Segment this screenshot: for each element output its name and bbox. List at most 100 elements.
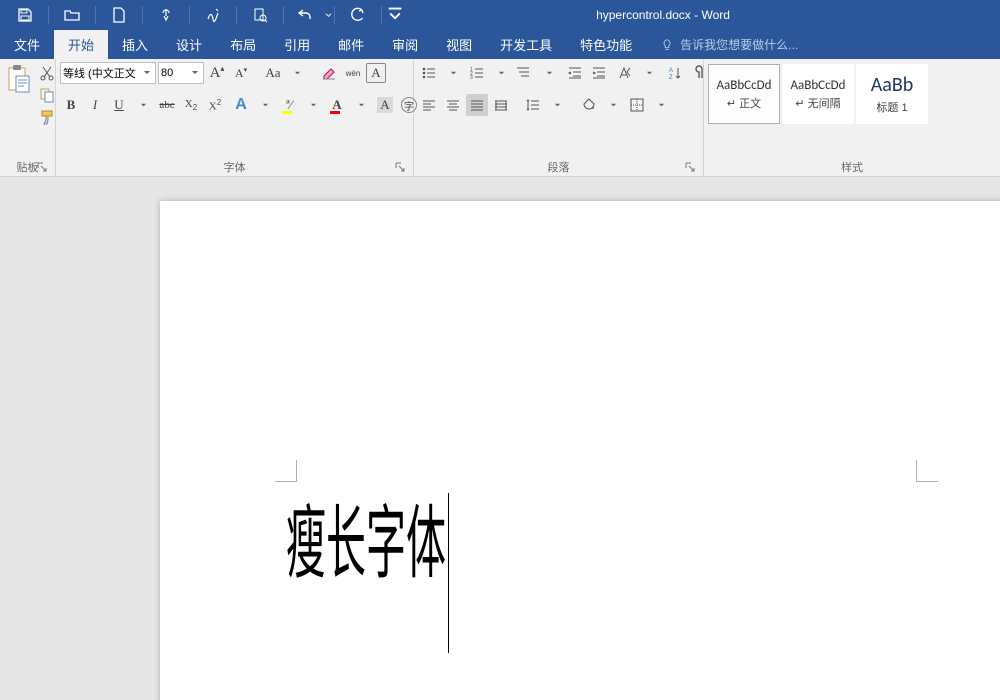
superscript-button[interactable]: X2 (204, 94, 226, 116)
style-normal[interactable]: AaBbCcDd ↵ 正文 (708, 64, 780, 124)
asian-layout-button[interactable] (614, 62, 636, 84)
tab-special[interactable]: 特色功能 (566, 30, 646, 59)
group-clipboard: 贴板 (0, 59, 56, 176)
shading-dropdown[interactable] (602, 94, 624, 116)
text-effects-button[interactable]: A (230, 94, 252, 116)
highlight-dropdown[interactable] (302, 94, 324, 116)
undo-dropdown-icon[interactable] (324, 0, 332, 30)
style-name: 标题 1 (876, 99, 907, 115)
multilevel-list-button[interactable] (514, 62, 536, 84)
qat-customize-icon[interactable] (384, 0, 406, 30)
change-case-button[interactable]: Aa (262, 62, 284, 84)
shrink-font-button[interactable]: A▾ (230, 62, 252, 84)
align-distribute-button[interactable] (490, 94, 512, 116)
align-center-button[interactable] (442, 94, 464, 116)
numbering-button[interactable]: 123 (466, 62, 488, 84)
numbering-dropdown[interactable] (490, 62, 512, 84)
tab-home[interactable]: 开始 (54, 30, 108, 59)
tell-me-search[interactable]: 告诉我您想要做什么... (646, 30, 798, 59)
style-preview: AaBb (871, 73, 914, 97)
bold-button[interactable]: B (60, 94, 82, 116)
sort-button[interactable]: AZ (664, 62, 686, 84)
align-left-button[interactable] (418, 94, 440, 116)
quick-access-toolbar (0, 0, 406, 30)
tab-view[interactable]: 视图 (432, 30, 486, 59)
clipboard-launcher-icon[interactable] (36, 162, 48, 174)
font-size-selector[interactable]: 80 (158, 62, 204, 84)
style-preview: AaBbCcDd (791, 78, 846, 93)
borders-dropdown[interactable] (650, 94, 672, 116)
document-area[interactable]: 瘦长字体 (0, 177, 1000, 700)
style-no-spacing[interactable]: AaBbCcDd ↵ 无间隔 (782, 64, 854, 124)
text-effects-dropdown[interactable] (254, 94, 276, 116)
font-color-button[interactable]: A (326, 94, 348, 116)
title-bar: hypercontrol.docx - Word (0, 0, 1000, 30)
redo-icon[interactable] (337, 0, 379, 30)
font-launcher-icon[interactable] (394, 162, 406, 174)
tab-developer[interactable]: 开发工具 (486, 30, 566, 59)
print-preview-icon[interactable] (239, 0, 281, 30)
clear-formatting-button[interactable] (318, 62, 340, 84)
style-name: ↵ 无间隔 (795, 95, 840, 111)
text-cursor (448, 493, 449, 653)
phonetic-guide-button[interactable]: wén (342, 62, 364, 84)
underline-button[interactable]: U (108, 94, 130, 116)
underline-dropdown[interactable] (132, 94, 154, 116)
margin-corner-top-right (916, 460, 938, 482)
tab-insert[interactable]: 插入 (108, 30, 162, 59)
multilevel-dropdown[interactable] (538, 62, 560, 84)
copy-icon[interactable] (38, 86, 56, 104)
svg-text:3: 3 (470, 75, 473, 81)
tab-layout[interactable]: 布局 (216, 30, 270, 59)
tab-review[interactable]: 审阅 (378, 30, 432, 59)
strikethrough-button[interactable]: abc (156, 94, 178, 116)
shading-button[interactable] (578, 94, 600, 116)
group-paragraph: 123 AZ (414, 59, 704, 176)
align-justify-button[interactable] (466, 94, 488, 116)
margin-corner-top-left (275, 460, 297, 482)
undo-icon[interactable] (286, 0, 324, 30)
chevron-down-icon (189, 69, 201, 77)
bullets-dropdown[interactable] (442, 62, 464, 84)
tell-me-placeholder: 告诉我您想要做什么... (680, 36, 798, 53)
tab-file[interactable]: 文件 (0, 30, 54, 59)
style-heading-1[interactable]: AaBb 标题 1 (856, 64, 928, 124)
font-group-label: 字体 (224, 159, 246, 175)
font-name-selector[interactable]: 等线 (中文正文 (60, 62, 156, 84)
svg-text:A: A (669, 68, 673, 74)
subscript-button[interactable]: X2 (180, 94, 202, 116)
change-case-dropdown[interactable] (286, 62, 308, 84)
svg-text:Z: Z (669, 75, 673, 81)
draw-icon[interactable] (192, 0, 234, 30)
borders-button[interactable] (626, 94, 648, 116)
tab-design[interactable]: 设计 (162, 30, 216, 59)
paragraph-launcher-icon[interactable] (684, 162, 696, 174)
line-spacing-button[interactable] (522, 94, 544, 116)
format-painter-icon[interactable] (38, 108, 56, 126)
highlight-button[interactable]: ª⁄ (278, 94, 300, 116)
character-border-button[interactable]: A (366, 63, 386, 83)
document-text[interactable]: 瘦长字体 (286, 497, 446, 593)
save-icon[interactable] (4, 0, 46, 30)
styles-group-label: 样式 (841, 159, 863, 175)
line-spacing-dropdown[interactable] (546, 94, 568, 116)
font-color-dropdown[interactable] (350, 94, 372, 116)
increase-indent-button[interactable] (588, 62, 610, 84)
touch-mode-icon[interactable] (145, 0, 187, 30)
tab-mailings[interactable]: 邮件 (324, 30, 378, 59)
open-icon[interactable] (51, 0, 93, 30)
cut-icon[interactable] (38, 64, 56, 82)
decrease-indent-button[interactable] (564, 62, 586, 84)
tab-references[interactable]: 引用 (270, 30, 324, 59)
new-document-icon[interactable] (98, 0, 140, 30)
paste-button[interactable] (4, 62, 34, 94)
font-name-value: 等线 (中文正文 (63, 65, 141, 81)
bullets-button[interactable] (418, 62, 440, 84)
asian-layout-dropdown[interactable] (638, 62, 660, 84)
italic-button[interactable]: I (84, 94, 106, 116)
chevron-down-icon (141, 69, 153, 77)
grow-font-button[interactable]: A▴ (206, 62, 228, 84)
ribbon-tabs: 文件 开始 插入 设计 布局 引用 邮件 审阅 视图 开发工具 特色功能 告诉我… (0, 30, 1000, 59)
character-shading-button[interactable]: A (374, 94, 396, 116)
page[interactable] (160, 201, 1000, 700)
